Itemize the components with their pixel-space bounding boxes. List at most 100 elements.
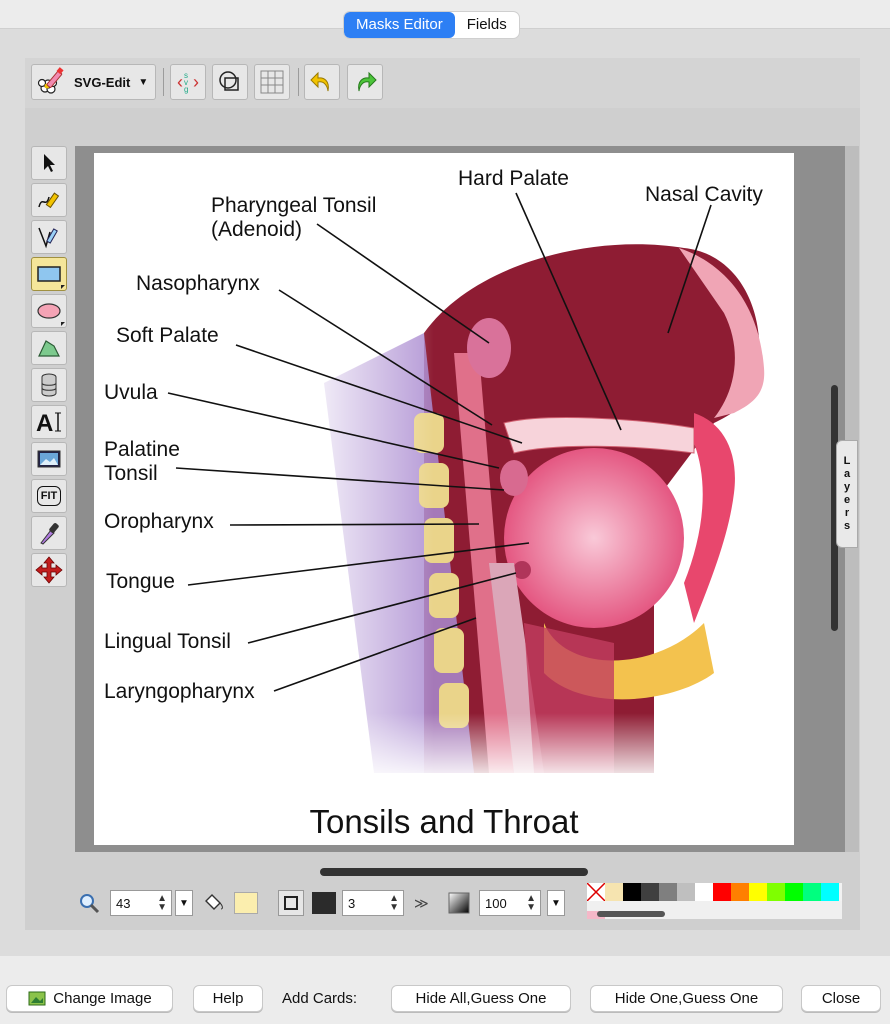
no-color-swatch[interactable] <box>586 882 606 902</box>
svg-text:A: A <box>36 410 53 435</box>
label-oropharynx: Oropharynx <box>104 510 214 533</box>
source-button[interactable]: ‹ › s v g <box>170 64 206 100</box>
add-cards-label: Add Cards: <box>282 990 358 1007</box>
move-arrows-icon <box>35 556 63 584</box>
rectangle-icon <box>37 266 61 282</box>
palette-swatch[interactable] <box>659 883 677 901</box>
opacity-dropdown-button[interactable]: ▼ <box>547 890 565 916</box>
stroke-style-icon[interactable] <box>278 890 304 916</box>
palette-swatch[interactable] <box>695 883 713 901</box>
chevron-down-icon: ▼ <box>179 897 189 909</box>
help-button[interactable]: Help <box>193 985 263 1012</box>
redo-icon <box>358 71 377 92</box>
fill-color-swatch[interactable] <box>234 892 258 914</box>
svg-edit-label: SVG-Edit <box>74 74 131 90</box>
label-laryngopharynx: Laryngopharynx <box>104 680 255 703</box>
more-options-icon[interactable]: ≫ <box>414 895 429 912</box>
text-tool[interactable]: A <box>31 405 67 439</box>
undo-icon <box>310 71 329 92</box>
wireframe-icon <box>219 71 239 91</box>
label-adenoid: (Adenoid) <box>211 218 303 241</box>
palette-swatch[interactable] <box>803 883 821 901</box>
zoom-icon <box>80 894 100 914</box>
undo-button[interactable] <box>304 64 340 100</box>
image-icon <box>37 450 61 468</box>
palette-swatch[interactable] <box>641 883 659 901</box>
palette-swatch[interactable] <box>785 883 803 901</box>
illustration-title: Tonsils and Throat <box>309 803 579 840</box>
eyedropper-tool[interactable] <box>31 516 67 550</box>
stroke-section: 3 ▲ ▼ ≫ <box>278 888 429 918</box>
change-image-icon <box>28 991 46 1005</box>
label-lingual-tonsil: Lingual Tonsil <box>104 630 231 653</box>
spinner-icon[interactable]: ▲ ▼ <box>389 894 399 913</box>
fit-tool[interactable]: FIT <box>31 479 67 513</box>
layers-label: Layers <box>841 455 853 533</box>
palette-swatch[interactable] <box>713 883 731 901</box>
opacity-section: 100 ▲ ▼ ▼ <box>447 888 565 918</box>
image-tool[interactable] <box>31 442 67 476</box>
palette-swatch[interactable] <box>731 883 749 901</box>
ellipse-tool[interactable] <box>31 294 67 328</box>
stroke-color-swatch[interactable] <box>312 892 336 914</box>
palette-swatch[interactable] <box>767 883 785 901</box>
toolbar-separator <box>163 68 164 96</box>
opacity-gradient-icon <box>448 892 470 914</box>
change-image-button[interactable]: Change Image <box>6 985 173 1012</box>
stroke-width-input[interactable]: 3 ▲ ▼ <box>342 890 404 916</box>
layers-tab[interactable]: Layers <box>836 440 858 548</box>
tonsils-throat-illustration <box>167 192 794 803</box>
palette-swatch[interactable] <box>623 883 641 901</box>
move-tool[interactable] <box>31 553 67 587</box>
text-icon: A <box>36 410 61 435</box>
fill-section <box>200 888 258 918</box>
stroke-width-value: 3 <box>348 895 356 911</box>
pencil-tool[interactable] <box>31 183 67 217</box>
svg-canvas[interactable]: Hard Palate Nasal Cavity Pharyngeal Tons… <box>94 153 794 845</box>
label-nasopharynx: Nasopharynx <box>136 272 260 295</box>
svg-edit-menu-button[interactable]: SVG-Edit ▼ <box>31 64 156 100</box>
label-pharyngeal-tonsil: Pharyngeal Tonsil <box>211 194 377 217</box>
palette-scrollbar[interactable] <box>597 911 665 917</box>
arrow-pointer-icon <box>44 154 55 172</box>
label-hard-palate: Hard Palate <box>458 167 569 190</box>
zoom-value: 43 <box>116 895 131 911</box>
toolbar-separator <box>298 68 299 96</box>
label-tongue: Tongue <box>106 570 175 593</box>
select-tool[interactable] <box>31 146 67 180</box>
chevron-down-icon: ▼ <box>138 76 149 88</box>
database-tool[interactable] <box>31 368 67 402</box>
palette-swatch[interactable] <box>605 883 623 901</box>
wireframe-button[interactable] <box>212 64 248 100</box>
tab-masks-editor[interactable]: Masks Editor <box>344 12 455 38</box>
label-soft-palate: Soft Palate <box>116 324 219 347</box>
pen-icon <box>38 227 58 249</box>
grid-button[interactable] <box>254 64 290 100</box>
left-toolbar: A FIT <box>31 146 69 590</box>
horizontal-scrollbar[interactable] <box>320 868 588 876</box>
palette-swatch[interactable] <box>749 883 767 901</box>
grid-icon <box>260 70 284 94</box>
spinner-icon[interactable]: ▲ ▼ <box>157 894 167 913</box>
hide-all-guess-one-button[interactable]: Hide All,Guess One <box>391 985 571 1012</box>
palette-swatch[interactable] <box>677 883 695 901</box>
hide-one-guess-one-button[interactable]: Hide One,Guess One <box>590 985 783 1012</box>
zoom-dropdown-button[interactable]: ▼ <box>175 890 193 916</box>
svg-edit-logo-icon <box>37 67 64 94</box>
svg-source-icon: ‹ › s v g <box>177 71 199 94</box>
opacity-input[interactable]: 100 ▲ ▼ <box>479 890 541 916</box>
label-uvula: Uvula <box>104 381 158 404</box>
redo-button[interactable] <box>347 64 383 100</box>
svg-text:g: g <box>184 85 188 94</box>
path-tool[interactable] <box>31 220 67 254</box>
spinner-icon[interactable]: ▲ ▼ <box>526 894 536 913</box>
palette-swatch[interactable] <box>821 883 839 901</box>
tab-bar: Masks Editor Fields <box>344 12 519 38</box>
zoom-input[interactable]: 43 ▲ ▼ <box>110 890 172 916</box>
rectangle-tool[interactable] <box>31 257 67 291</box>
close-button[interactable]: Close <box>801 985 881 1012</box>
polygon-tool[interactable] <box>31 331 67 365</box>
zoom-icon-wrap <box>78 888 100 918</box>
tab-fields[interactable]: Fields <box>455 12 519 38</box>
label-nasal-cavity: Nasal Cavity <box>645 183 763 206</box>
